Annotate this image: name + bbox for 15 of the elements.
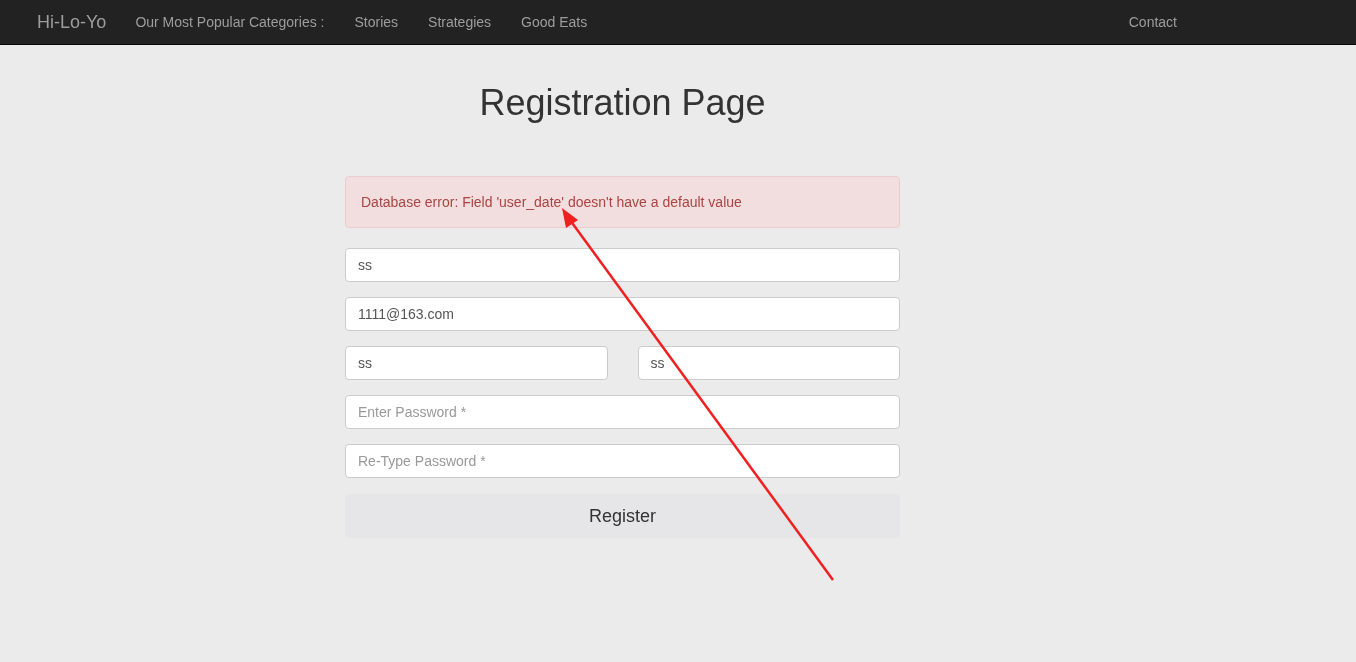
nav-link[interactable]: Strategies	[428, 14, 492, 30]
nav-link[interactable]: Stories	[354, 14, 399, 30]
error-alert: Database error: Field 'user_date' doesn't have a default value	[345, 176, 900, 228]
input-field[interactable]: Re-Type Password *	[345, 444, 900, 478]
input-field[interactable]: ss	[345, 248, 900, 282]
register-button[interactable]: Register	[345, 494, 900, 538]
categories-label: Our Most Popular Categories :	[135, 14, 325, 30]
input-field[interactable]: 1111@163.com	[345, 297, 900, 331]
page-title: Registration Page	[478, 83, 767, 123]
nav-link[interactable]: Good Eats	[521, 14, 588, 30]
input-field[interactable]: Enter Password *	[345, 395, 900, 429]
brand-link[interactable]: Hi-Lo-Yo	[37, 11, 107, 33]
contact-link[interactable]: Contact	[1128, 14, 1177, 30]
input-field[interactable]: ss	[345, 346, 608, 380]
input-field[interactable]: ss	[637, 346, 900, 380]
